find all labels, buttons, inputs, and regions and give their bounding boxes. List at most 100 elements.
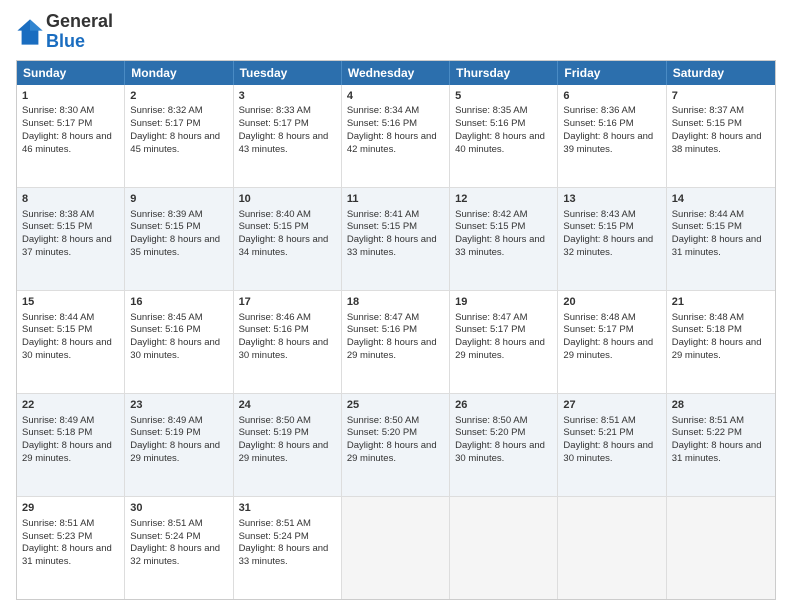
logo-icon: [16, 18, 44, 46]
day-number: 30: [130, 501, 227, 516]
calendar-row-3: 15Sunrise: 8:44 AMSunset: 5:15 PMDayligh…: [17, 290, 775, 393]
sunset: Sunset: 5:18 PM: [22, 427, 92, 438]
daylight: Daylight: 8 hours and 43 minutes.: [239, 131, 329, 155]
day-number: 14: [672, 192, 770, 207]
day-cell-12: 12Sunrise: 8:42 AMSunset: 5:15 PMDayligh…: [450, 188, 558, 290]
day-number: 15: [22, 295, 119, 310]
sunset: Sunset: 5:15 PM: [22, 221, 92, 232]
sunrise: Sunrise: 8:49 AM: [22, 415, 94, 426]
day-number: 20: [563, 295, 660, 310]
day-number: 9: [130, 192, 227, 207]
daylight: Daylight: 8 hours and 29 minutes.: [22, 440, 112, 464]
sunrise: Sunrise: 8:40 AM: [239, 209, 311, 220]
day-cell-21: 21Sunrise: 8:48 AMSunset: 5:18 PMDayligh…: [667, 291, 775, 393]
header-friday: Friday: [558, 61, 666, 85]
sunrise: Sunrise: 8:47 AM: [455, 312, 527, 323]
daylight: Daylight: 8 hours and 29 minutes.: [239, 440, 329, 464]
sunset: Sunset: 5:18 PM: [672, 324, 742, 335]
sunrise: Sunrise: 8:51 AM: [22, 518, 94, 529]
day-cell-22: 22 Sunrise: 8:49 AMSunset: 5:18 PM Dayligh…: [17, 394, 125, 496]
sunset: Sunset: 5:24 PM: [130, 531, 200, 542]
sunset: Sunset: 5:17 PM: [239, 118, 309, 129]
day-cell-13: 13Sunrise: 8:43 AMSunset: 5:15 PMDayligh…: [558, 188, 666, 290]
sunrise: Sunrise: 8:44 AM: [672, 209, 744, 220]
day-cell-6: 6Sunrise: 8:36 AMSunset: 5:16 PMDaylight…: [558, 85, 666, 187]
logo: General Blue: [16, 12, 113, 52]
sunrise: Sunrise: 8:38 AM: [22, 209, 94, 220]
sunset: Sunset: 5:15 PM: [455, 221, 525, 232]
empty-cell: [667, 497, 775, 599]
sunrise: Sunrise: 8:47 AM: [347, 312, 419, 323]
sunrise: Sunrise: 8:37 AM: [672, 105, 744, 116]
day-number: 12: [455, 192, 552, 207]
sunrise: Sunrise: 8:43 AM: [563, 209, 635, 220]
calendar-row-2: 8Sunrise: 8:38 AMSunset: 5:15 PMDaylight…: [17, 187, 775, 290]
sunset: Sunset: 5:16 PM: [563, 118, 633, 129]
day-number: 29: [22, 501, 119, 516]
daylight: Daylight: 8 hours and 42 minutes.: [347, 131, 437, 155]
daylight: Daylight: 8 hours and 38 minutes.: [672, 131, 762, 155]
daylight: Daylight: 8 hours and 37 minutes.: [22, 234, 112, 258]
calendar-row-1: 1Sunrise: 8:30 AMSunset: 5:17 PMDaylight…: [17, 85, 775, 187]
sunrise: Sunrise: 8:41 AM: [347, 209, 419, 220]
sunset: Sunset: 5:16 PM: [130, 324, 200, 335]
day-number: 16: [130, 295, 227, 310]
day-number: 10: [239, 192, 336, 207]
sunrise: Sunrise: 8:42 AM: [455, 209, 527, 220]
day-cell-16: 16Sunrise: 8:45 AMSunset: 5:16 PMDayligh…: [125, 291, 233, 393]
calendar-header: SundayMondayTuesdayWednesdayThursdayFrid…: [17, 61, 775, 85]
day-cell-5: 5Sunrise: 8:35 AMSunset: 5:16 PMDaylight…: [450, 85, 558, 187]
day-cell-4: 4Sunrise: 8:34 AMSunset: 5:16 PMDaylight…: [342, 85, 450, 187]
sunrise: Sunrise: 8:48 AM: [672, 312, 744, 323]
sunset: Sunset: 5:16 PM: [455, 118, 525, 129]
day-cell-19: 19Sunrise: 8:47 AMSunset: 5:17 PMDayligh…: [450, 291, 558, 393]
sunset: Sunset: 5:16 PM: [347, 118, 417, 129]
calendar: SundayMondayTuesdayWednesdayThursdayFrid…: [16, 60, 776, 600]
day-number: 13: [563, 192, 660, 207]
day-cell-30: 30Sunrise: 8:51 AMSunset: 5:24 PMDayligh…: [125, 497, 233, 599]
sunset: Sunset: 5:24 PM: [239, 531, 309, 542]
day-cell-20: 20Sunrise: 8:48 AMSunset: 5:17 PMDayligh…: [558, 291, 666, 393]
empty-cell: [342, 497, 450, 599]
header-thursday: Thursday: [450, 61, 558, 85]
daylight: Daylight: 8 hours and 30 minutes.: [22, 337, 112, 361]
day-cell-28: 28Sunrise: 8:51 AMSunset: 5:22 PMDayligh…: [667, 394, 775, 496]
daylight: Daylight: 8 hours and 29 minutes.: [455, 337, 545, 361]
day-cell-1: 1Sunrise: 8:30 AMSunset: 5:17 PMDaylight…: [17, 85, 125, 187]
day-cell-11: 11Sunrise: 8:41 AMSunset: 5:15 PMDayligh…: [342, 188, 450, 290]
daylight: Daylight: 8 hours and 29 minutes.: [347, 440, 437, 464]
day-cell-8: 8Sunrise: 8:38 AMSunset: 5:15 PMDaylight…: [17, 188, 125, 290]
sunset: Sunset: 5:20 PM: [347, 427, 417, 438]
header-tuesday: Tuesday: [234, 61, 342, 85]
sunrise: Sunrise: 8:49 AM: [130, 415, 202, 426]
day-number: 28: [672, 398, 770, 413]
day-cell-7: 7Sunrise: 8:37 AMSunset: 5:15 PMDaylight…: [667, 85, 775, 187]
day-number: 1: [22, 89, 119, 104]
day-number: 23: [130, 398, 227, 413]
day-number: 31: [239, 501, 336, 516]
daylight: Daylight: 8 hours and 30 minutes.: [563, 440, 653, 464]
page-header: General Blue: [16, 12, 776, 52]
day-cell-27: 27Sunrise: 8:51 AMSunset: 5:21 PMDayligh…: [558, 394, 666, 496]
sunset: Sunset: 5:17 PM: [130, 118, 200, 129]
daylight: Daylight: 8 hours and 33 minutes.: [347, 234, 437, 258]
day-number: 27: [563, 398, 660, 413]
day-cell-18: 18Sunrise: 8:47 AMSunset: 5:16 PMDayligh…: [342, 291, 450, 393]
calendar-row-4: 22Sunrise: 8:49 AMSunset: 5:18 PMDayligh…: [17, 393, 775, 496]
sunrise: Sunrise: 8:44 AM: [22, 312, 94, 323]
day-cell-23: 23Sunrise: 8:49 AMSunset: 5:19 PMDayligh…: [125, 394, 233, 496]
day-cell-2: 2Sunrise: 8:32 AMSunset: 5:17 PMDaylight…: [125, 85, 233, 187]
day-cell-29: 29Sunrise: 8:51 AMSunset: 5:23 PMDayligh…: [17, 497, 125, 599]
daylight: Daylight: 8 hours and 32 minutes.: [563, 234, 653, 258]
daylight: Daylight: 8 hours and 40 minutes.: [455, 131, 545, 155]
daylight: Daylight: 8 hours and 31 minutes.: [672, 234, 762, 258]
sunset: Sunset: 5:19 PM: [130, 427, 200, 438]
day-number: 22: [22, 398, 119, 413]
day-cell-3: 3Sunrise: 8:33 AMSunset: 5:17 PMDaylight…: [234, 85, 342, 187]
day-cell-24: 24Sunrise: 8:50 AMSunset: 5:19 PMDayligh…: [234, 394, 342, 496]
sunset: Sunset: 5:15 PM: [347, 221, 417, 232]
sunset: Sunset: 5:17 PM: [455, 324, 525, 335]
daylight: Daylight: 8 hours and 32 minutes.: [130, 543, 220, 567]
daylight: Daylight: 8 hours and 46 minutes.: [22, 131, 112, 155]
empty-cell: [558, 497, 666, 599]
